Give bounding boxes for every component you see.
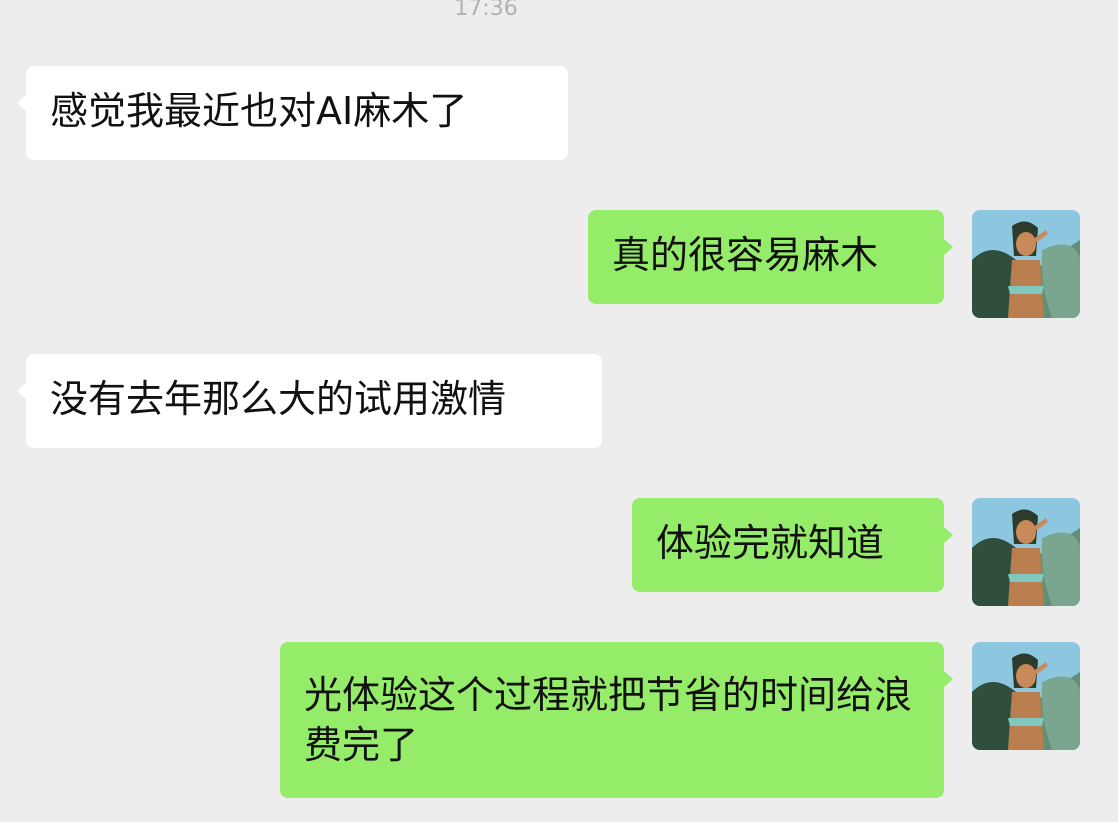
outgoing-message-bubble[interactable]: 光体验这个过程就把节省的时间给浪费完了: [280, 642, 953, 798]
avatar-illustration-icon: [972, 642, 1080, 750]
bubble-tail: [943, 526, 953, 544]
incoming-message-bubble[interactable]: 感觉我最近也对AI麻木了: [17, 66, 568, 160]
message-text: 体验完就知道: [656, 521, 885, 565]
user-avatar[interactable]: [972, 498, 1080, 606]
message-text: 光体验这个过程就把节省的时间给浪费完了: [304, 673, 913, 767]
outgoing-message-bubble[interactable]: 真的很容易麻木: [588, 210, 953, 304]
user-avatar[interactable]: [972, 210, 1080, 318]
bubble-tail: [943, 238, 953, 256]
outgoing-message-bubble[interactable]: 体验完就知道: [632, 498, 953, 592]
avatar-illustration-icon: [972, 210, 1080, 318]
user-avatar[interactable]: [972, 642, 1080, 750]
bubble-tail: [17, 382, 27, 400]
avatar-illustration-icon: [972, 498, 1080, 606]
bubble-tail: [17, 94, 27, 112]
message-text: 没有去年那么大的试用激情: [50, 377, 507, 421]
message-timestamp: 17:36: [454, 0, 518, 21]
incoming-message-bubble[interactable]: 没有去年那么大的试用激情: [17, 354, 602, 448]
bubble-tail: [943, 670, 953, 688]
message-text: 真的很容易麻木: [612, 233, 879, 277]
message-text: 感觉我最近也对AI麻木了: [50, 89, 468, 133]
